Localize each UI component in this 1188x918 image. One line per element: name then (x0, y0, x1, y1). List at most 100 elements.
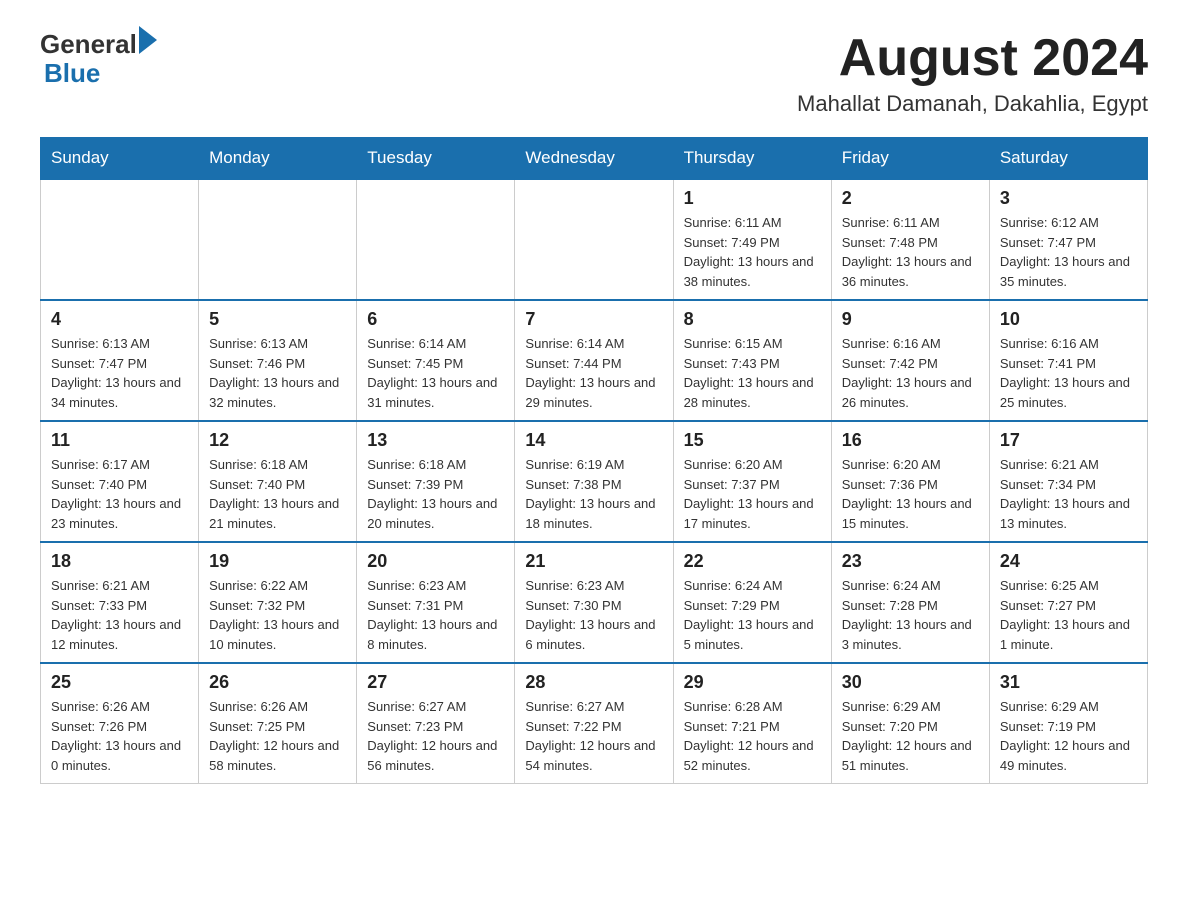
day-number: 11 (51, 430, 188, 451)
day-info: Sunrise: 6:24 AM Sunset: 7:29 PM Dayligh… (684, 576, 821, 654)
day-of-week-header: Tuesday (357, 138, 515, 180)
day-number: 4 (51, 309, 188, 330)
day-info: Sunrise: 6:11 AM Sunset: 7:49 PM Dayligh… (684, 213, 821, 291)
day-number: 26 (209, 672, 346, 693)
day-number: 24 (1000, 551, 1137, 572)
calendar-cell: 10 Sunrise: 6:16 AM Sunset: 7:41 PM Dayli… (989, 300, 1147, 421)
day-info: Sunrise: 6:16 AM Sunset: 7:42 PM Dayligh… (842, 334, 979, 412)
week-row: 18Sunrise: 6:21 AM Sunset: 7:33 PM Dayli… (41, 542, 1148, 663)
calendar-cell: 17 Sunrise: 6:21 AM Sunset: 7:34 PM Dayli… (989, 421, 1147, 542)
calendar-cell: 31Sunrise: 6:29 AM Sunset: 7:19 PM Dayli… (989, 663, 1147, 784)
calendar-cell: 28Sunrise: 6:27 AM Sunset: 7:22 PM Dayli… (515, 663, 673, 784)
calendar-cell: 26 Sunrise: 6:26 AM Sunset: 7:25 PM Dayli… (199, 663, 357, 784)
calendar-table: SundayMondayTuesdayWednesdayThursdayFrid… (40, 137, 1148, 784)
calendar-cell: 12 Sunrise: 6:18 AM Sunset: 7:40 PM Dayli… (199, 421, 357, 542)
day-number: 22 (684, 551, 821, 572)
day-info: Sunrise: 6:23 AM Sunset: 7:31 PM Dayligh… (367, 576, 504, 654)
day-number: 10 (1000, 309, 1137, 330)
day-info: Sunrise: 6:20 AM Sunset: 7:37 PM Dayligh… (684, 455, 821, 533)
calendar-cell: 4Sunrise: 6:13 AM Sunset: 7:47 PM Daylig… (41, 300, 199, 421)
day-info: Sunrise: 6:14 AM Sunset: 7:44 PM Dayligh… (525, 334, 662, 412)
day-of-week-header: Wednesday (515, 138, 673, 180)
day-info: Sunrise: 6:29 AM Sunset: 7:20 PM Dayligh… (842, 697, 979, 775)
day-number: 14 (525, 430, 662, 451)
calendar-cell: 18Sunrise: 6:21 AM Sunset: 7:33 PM Dayli… (41, 542, 199, 663)
calendar-cell: 21 Sunrise: 6:23 AM Sunset: 7:30 PM Dayli… (515, 542, 673, 663)
day-info: Sunrise: 6:25 AM Sunset: 7:27 PM Dayligh… (1000, 576, 1137, 654)
day-info: Sunrise: 6:14 AM Sunset: 7:45 PM Dayligh… (367, 334, 504, 412)
logo-triangle-icon (139, 26, 157, 54)
page-header: General Blue August 2024 Mahallat Damana… (40, 30, 1148, 117)
day-number: 16 (842, 430, 979, 451)
day-number: 21 (525, 551, 662, 572)
day-info: Sunrise: 6:20 AM Sunset: 7:36 PM Dayligh… (842, 455, 979, 533)
calendar-cell: 8 Sunrise: 6:15 AM Sunset: 7:43 PM Daylig… (673, 300, 831, 421)
calendar-cell: 15 Sunrise: 6:20 AM Sunset: 7:37 PM Dayli… (673, 421, 831, 542)
day-info: Sunrise: 6:18 AM Sunset: 7:40 PM Dayligh… (209, 455, 346, 533)
calendar-cell: 29 Sunrise: 6:28 AM Sunset: 7:21 PM Dayli… (673, 663, 831, 784)
day-number: 28 (525, 672, 662, 693)
day-info: Sunrise: 6:22 AM Sunset: 7:32 PM Dayligh… (209, 576, 346, 654)
day-number: 5 (209, 309, 346, 330)
day-number: 27 (367, 672, 504, 693)
calendar-cell: 1 Sunrise: 6:11 AM Sunset: 7:49 PM Daylig… (673, 179, 831, 300)
day-info: Sunrise: 6:21 AM Sunset: 7:33 PM Dayligh… (51, 576, 188, 654)
day-number: 9 (842, 309, 979, 330)
day-of-week-header: Thursday (673, 138, 831, 180)
calendar-cell: 25Sunrise: 6:26 AM Sunset: 7:26 PM Dayli… (41, 663, 199, 784)
week-row: 11 Sunrise: 6:17 AM Sunset: 7:40 PM Dayli… (41, 421, 1148, 542)
day-info: Sunrise: 6:26 AM Sunset: 7:26 PM Dayligh… (51, 697, 188, 775)
calendar-cell: 24 Sunrise: 6:25 AM Sunset: 7:27 PM Dayli… (989, 542, 1147, 663)
calendar-cell: 11 Sunrise: 6:17 AM Sunset: 7:40 PM Dayli… (41, 421, 199, 542)
day-info: Sunrise: 6:21 AM Sunset: 7:34 PM Dayligh… (1000, 455, 1137, 533)
day-number: 8 (684, 309, 821, 330)
week-row: 25Sunrise: 6:26 AM Sunset: 7:26 PM Dayli… (41, 663, 1148, 784)
day-info: Sunrise: 6:16 AM Sunset: 7:41 PM Dayligh… (1000, 334, 1137, 412)
calendar-cell (41, 179, 199, 300)
calendar-cell: 16 Sunrise: 6:20 AM Sunset: 7:36 PM Dayli… (831, 421, 989, 542)
title-area: August 2024 Mahallat Damanah, Dakahlia, … (797, 30, 1148, 117)
month-title: August 2024 (797, 30, 1148, 87)
day-of-week-header: Friday (831, 138, 989, 180)
day-number: 2 (842, 188, 979, 209)
day-number: 29 (684, 672, 821, 693)
day-info: Sunrise: 6:26 AM Sunset: 7:25 PM Dayligh… (209, 697, 346, 775)
logo-blue-text: Blue (40, 59, 157, 88)
day-number: 20 (367, 551, 504, 572)
calendar-cell: 23 Sunrise: 6:24 AM Sunset: 7:28 PM Dayli… (831, 542, 989, 663)
day-number: 23 (842, 551, 979, 572)
day-info: Sunrise: 6:12 AM Sunset: 7:47 PM Dayligh… (1000, 213, 1137, 291)
calendar-cell: 30Sunrise: 6:29 AM Sunset: 7:20 PM Dayli… (831, 663, 989, 784)
day-info: Sunrise: 6:17 AM Sunset: 7:40 PM Dayligh… (51, 455, 188, 533)
day-info: Sunrise: 6:11 AM Sunset: 7:48 PM Dayligh… (842, 213, 979, 291)
location-title: Mahallat Damanah, Dakahlia, Egypt (797, 91, 1148, 117)
logo: General Blue (40, 30, 157, 87)
day-number: 17 (1000, 430, 1137, 451)
day-info: Sunrise: 6:29 AM Sunset: 7:19 PM Dayligh… (1000, 697, 1137, 775)
calendar-cell: 7Sunrise: 6:14 AM Sunset: 7:44 PM Daylig… (515, 300, 673, 421)
calendar-cell: 6 Sunrise: 6:14 AM Sunset: 7:45 PM Daylig… (357, 300, 515, 421)
day-info: Sunrise: 6:18 AM Sunset: 7:39 PM Dayligh… (367, 455, 504, 533)
day-number: 13 (367, 430, 504, 451)
calendar-cell (515, 179, 673, 300)
day-info: Sunrise: 6:28 AM Sunset: 7:21 PM Dayligh… (684, 697, 821, 775)
day-info: Sunrise: 6:15 AM Sunset: 7:43 PM Dayligh… (684, 334, 821, 412)
calendar-cell: 27Sunrise: 6:27 AM Sunset: 7:23 PM Dayli… (357, 663, 515, 784)
day-of-week-header: Monday (199, 138, 357, 180)
day-of-week-header: Sunday (41, 138, 199, 180)
day-number: 15 (684, 430, 821, 451)
day-number: 12 (209, 430, 346, 451)
calendar-cell: 9 Sunrise: 6:16 AM Sunset: 7:42 PM Daylig… (831, 300, 989, 421)
calendar-cell: 13 Sunrise: 6:18 AM Sunset: 7:39 PM Dayli… (357, 421, 515, 542)
calendar-cell (357, 179, 515, 300)
day-info: Sunrise: 6:13 AM Sunset: 7:46 PM Dayligh… (209, 334, 346, 412)
day-number: 3 (1000, 188, 1137, 209)
day-number: 6 (367, 309, 504, 330)
calendar-cell: 2 Sunrise: 6:11 AM Sunset: 7:48 PM Daylig… (831, 179, 989, 300)
calendar-cell: 3 Sunrise: 6:12 AM Sunset: 7:47 PM Daylig… (989, 179, 1147, 300)
logo-general-text: General (40, 30, 137, 59)
day-info: Sunrise: 6:19 AM Sunset: 7:38 PM Dayligh… (525, 455, 662, 533)
day-info: Sunrise: 6:23 AM Sunset: 7:30 PM Dayligh… (525, 576, 662, 654)
day-info: Sunrise: 6:24 AM Sunset: 7:28 PM Dayligh… (842, 576, 979, 654)
day-number: 1 (684, 188, 821, 209)
